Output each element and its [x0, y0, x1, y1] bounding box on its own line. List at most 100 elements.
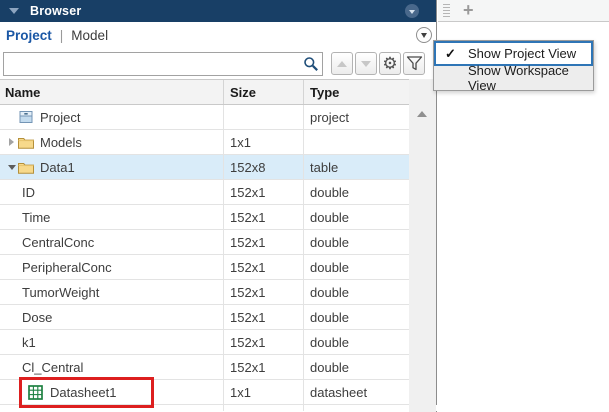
name-cell: k1 [0, 330, 224, 354]
table-header-row: Name Size Type [0, 79, 409, 105]
move-down-button[interactable] [355, 52, 377, 75]
panel-menu-button[interactable] [405, 4, 419, 18]
search-toolbar: ⚙ [0, 48, 436, 79]
name-cell: PeripheralConc [0, 255, 224, 279]
type-cell: double [310, 334, 350, 350]
name-cell: Time [0, 205, 224, 229]
panel-titlebar: Browser [0, 0, 436, 22]
tab-model[interactable]: Model [71, 28, 108, 43]
search-input[interactable] [3, 51, 323, 76]
size-cell: 152x1 [224, 280, 304, 304]
table-row[interactable]: CentralConc 152x1 double [0, 230, 409, 255]
folder-icon [18, 161, 35, 174]
datasheet-icon [28, 384, 45, 400]
type-cell: double [310, 284, 350, 300]
move-up-button[interactable] [331, 52, 353, 75]
collapse-arrow-icon[interactable] [7, 164, 16, 170]
menu-item[interactable]: Show Workspace View [434, 63, 593, 93]
table-row[interactable]: Project project [0, 105, 409, 130]
expander-slot [5, 164, 18, 170]
table-row[interactable]: Data1 152x8 table [0, 155, 409, 180]
menu-item-label: Show Workspace View [468, 63, 569, 93]
type-cell: double [310, 359, 350, 375]
filter-button[interactable] [403, 52, 425, 75]
drag-grip-icon[interactable] [443, 4, 450, 17]
row-name: Datasheet1 [50, 384, 117, 400]
type-cell [304, 130, 409, 154]
size-cell: 152x1 [224, 180, 304, 204]
size-cell: 152x8 [224, 155, 304, 179]
search-icon [304, 56, 318, 71]
gear-icon: ⚙ [382, 53, 398, 73]
row-name: k1 [22, 334, 36, 350]
tab-project[interactable]: Project [6, 28, 52, 43]
table-row[interactable]: TumorWeight 152x1 double [0, 280, 409, 305]
size-cell: 152x1 [224, 205, 304, 229]
row-name: Cl_Central [22, 359, 84, 375]
column-header-size[interactable]: Size [224, 80, 304, 104]
column-header-type[interactable]: Type [304, 80, 409, 104]
menu-item-label: Show Project View [468, 46, 577, 61]
row-name: Project [40, 109, 81, 125]
name-cell: Project [0, 105, 224, 129]
view-tabs-row: Project | Model [0, 22, 436, 48]
type-cell: double [310, 259, 350, 275]
browser-tree-table: Name Size Type Project project Models 1x… [0, 79, 437, 411]
type-cell: double [310, 234, 350, 250]
size-cell: 152x1 [224, 230, 304, 254]
type-cell: double [310, 309, 350, 325]
name-cell: Dose [0, 305, 224, 329]
table-row[interactable]: Dose 152x1 double [0, 305, 409, 330]
arrow-down-icon [361, 60, 371, 67]
project-icon [18, 110, 35, 124]
type-cell: table [310, 159, 339, 175]
size-cell: 152x1 [224, 355, 304, 379]
row-name: Models [40, 134, 82, 150]
chevron-down-icon [421, 33, 427, 38]
table-row[interactable]: Cl_Central 152x1 double [0, 355, 409, 380]
name-cell: Datasheet1 [0, 380, 224, 404]
size-cell: 152x1 [224, 255, 304, 279]
name-cell: Data1 [0, 155, 224, 179]
vertical-scrollbar[interactable] [409, 79, 436, 412]
row-name: ID [22, 184, 35, 200]
browser-panel: Browser Project | Model ⚙ Name Size Type… [0, 0, 437, 412]
type-cell: double [310, 209, 350, 225]
type-cell: double [310, 184, 350, 200]
table-row[interactable]: PeripheralConc 152x1 double [0, 255, 409, 280]
table-row[interactable]: ID 152x1 double [0, 180, 409, 205]
table-body: Project project Models 1x1 Data1 152x8 t… [0, 105, 409, 405]
checkmark-icon: ✓ [445, 45, 456, 61]
size-cell: 1x1 [224, 130, 304, 154]
collapse-panel-icon[interactable] [9, 8, 19, 14]
table-row[interactable]: Datasheet1 1x1 datasheet [0, 380, 409, 405]
settings-button[interactable]: ⚙ [379, 52, 401, 75]
row-name: Dose [22, 309, 53, 325]
view-options-dropdown-button[interactable] [416, 27, 432, 43]
expander-slot [5, 138, 18, 146]
panel-title: Browser [30, 4, 82, 18]
name-cell: CentralConc [0, 230, 224, 254]
row-name: Time [22, 209, 51, 225]
filter-icon [406, 56, 422, 71]
view-options-menu: ✓ Show Project View Show Workspace View [433, 40, 594, 93]
name-cell: ID [0, 180, 224, 204]
folder-icon [18, 136, 35, 149]
column-header-name[interactable]: Name [0, 80, 224, 104]
size-cell: 152x1 [224, 305, 304, 329]
row-name: CentralConc [22, 234, 95, 250]
row-name: TumorWeight [22, 284, 100, 300]
table-row[interactable]: Models 1x1 [0, 130, 409, 155]
arrow-up-icon [337, 60, 347, 67]
table-row[interactable]: Time 152x1 double [0, 205, 409, 230]
chevron-down-icon [409, 9, 415, 14]
name-cell: TumorWeight [0, 280, 224, 304]
row-name: Data1 [40, 159, 75, 175]
add-tab-button[interactable]: + [463, 1, 474, 19]
expand-arrow-icon[interactable] [9, 138, 14, 146]
size-cell: 1x1 [224, 380, 304, 404]
name-cell: Cl_Central [0, 355, 224, 379]
table-row[interactable]: k1 152x1 double [0, 330, 409, 355]
scroll-up-icon[interactable] [417, 111, 427, 117]
row-name: PeripheralConc [22, 259, 112, 275]
